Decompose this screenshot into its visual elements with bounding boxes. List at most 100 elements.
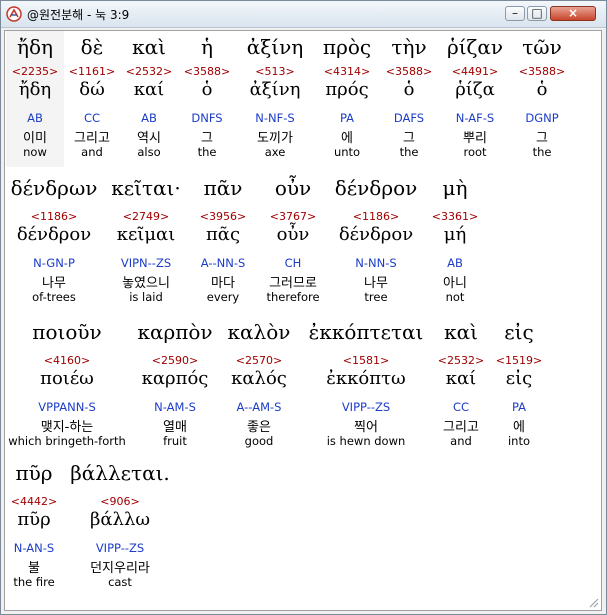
korean-gloss: 그: [403, 131, 415, 146]
lemma: ὁ: [403, 79, 415, 100]
close-button[interactable]: ×: [550, 6, 596, 21]
resize-grip-icon[interactable]: [587, 596, 599, 608]
english-gloss: the fire: [13, 575, 55, 589]
strong-number[interactable]: <4442>: [7, 495, 61, 508]
strong-number[interactable]: <4491>: [439, 65, 511, 78]
word-cell[interactable]: τῶν <3588> ὁ DGNP 그 the: [513, 31, 571, 167]
maximize-button[interactable]: □: [527, 6, 547, 21]
parsing-code: AB: [447, 256, 463, 270]
lemma: οὖν: [276, 224, 310, 245]
word-cell[interactable]: ἀξίνη <513> ἀξίνη N-NF-S 도끼가 axe: [237, 31, 313, 167]
parsing-code: VIPN--ZS: [120, 256, 172, 270]
strong-number[interactable]: <2532>: [122, 65, 176, 78]
word-cell[interactable]: καρπὸν <2590> καρπός N-AM-S 열매 fruit: [133, 320, 217, 456]
lemma: ἀξίνη: [249, 79, 301, 100]
greek-word: πρὸς: [322, 35, 372, 59]
parsing-code: AB: [141, 111, 157, 125]
strong-number[interactable]: <2570>: [221, 354, 297, 367]
word-cell[interactable]: ἤδη <2235> ἤδη AB 이미 now: [6, 31, 64, 167]
strong-number[interactable]: <3588>: [179, 65, 235, 78]
korean-gloss: 좋은: [247, 420, 271, 435]
word-cell[interactable]: καλὸν <2570> καλός A--AM-S 좋은 good: [221, 320, 297, 456]
word-cell[interactable]: καὶ <2532> καί AB 역시 also: [122, 31, 176, 167]
strong-number[interactable]: <2235>: [6, 65, 64, 78]
strong-number[interactable]: <3588>: [513, 65, 571, 78]
strong-number[interactable]: <3361>: [425, 210, 485, 223]
lemma: ἤδη: [18, 79, 52, 100]
parsing-code: CH: [284, 256, 302, 270]
word-cell[interactable]: ἡ <3588> ὁ DNFS 그 the: [179, 31, 235, 167]
interlinear-panel: ἤδη <2235> ἤδη AB 이미 now δὲ <1161> δώ CC…: [4, 30, 602, 611]
word-cell[interactable]: πᾶν <3956> πᾶς A--NN-S 마다 every: [191, 176, 255, 312]
korean-gloss: 열매: [163, 420, 187, 435]
greek-word: ἡ: [201, 35, 213, 59]
strong-number[interactable]: <4160>: [7, 354, 127, 367]
app-logo-icon: [6, 6, 22, 22]
strong-number[interactable]: <1519>: [491, 354, 547, 367]
english-gloss: is hewn down: [326, 434, 406, 448]
strong-number[interactable]: <2590>: [133, 354, 217, 367]
english-gloss: every: [206, 290, 240, 304]
english-gloss: the: [399, 145, 419, 159]
word-cell[interactable]: δὲ <1161> δώ CC 그리고 and: [65, 31, 119, 167]
minimize-icon: –: [512, 6, 518, 20]
strong-number[interactable]: <906>: [65, 495, 175, 508]
greek-word: καὶ: [444, 320, 478, 344]
minimize-button[interactable]: –: [505, 6, 525, 21]
greek-word: κεῖται·: [111, 176, 181, 200]
word-cell[interactable]: ποιοῦν <4160> ποιέω VPPANN-S 맺지-하는 which…: [7, 320, 127, 456]
word-cell[interactable]: τὴν <3588> ὁ DAFS 그 the: [381, 31, 437, 167]
english-gloss: of-trees: [32, 290, 76, 304]
word-cell[interactable]: εἰς <1519> εἰς PA 에 into: [491, 320, 547, 456]
lemma: εἰς: [505, 368, 533, 389]
strong-number[interactable]: <513>: [237, 65, 313, 78]
lemma: πᾶς: [205, 224, 241, 245]
korean-gloss: 그: [201, 131, 213, 146]
greek-word: καὶ: [132, 35, 166, 59]
parsing-code: VIPP--ZS: [95, 541, 145, 555]
strong-number[interactable]: <4314>: [315, 65, 379, 78]
lemma: πρός: [325, 79, 369, 100]
word-cell[interactable]: μὴ <3361> μή AB 아니 not: [425, 176, 485, 312]
greek-word: οὖν: [274, 176, 312, 200]
korean-gloss: 불: [28, 561, 40, 576]
korean-gloss: 에: [341, 131, 353, 146]
greek-word: πᾶν: [203, 176, 243, 200]
strong-number[interactable]: <3588>: [381, 65, 437, 78]
word-cell[interactable]: ῥίζαν <4491> ῥίζα N-AF-S 뿌리 root: [439, 31, 511, 167]
word-cell[interactable]: οὖν <3767> οὖν CH 그러므로 therefore: [257, 176, 329, 312]
word-cell[interactable]: κεῖται· <2749> κεῖμαι VIPN--ZS 놓였으니 is l…: [103, 176, 189, 312]
strong-number[interactable]: <1581>: [301, 354, 431, 367]
parsing-code: PA: [511, 400, 527, 414]
parsing-code: DAFS: [393, 111, 425, 125]
parsing-code: N-GN-P: [33, 256, 75, 270]
parsing-code: A--AM-S: [236, 400, 282, 414]
parsing-code: N-AF-S: [455, 111, 495, 125]
lemma: ὁ: [536, 79, 548, 100]
strong-number[interactable]: <2532>: [433, 354, 489, 367]
lemma: καρπός: [141, 368, 209, 389]
word-cell[interactable]: βάλλεται. <906> βάλλω VIPP--ZS 던지우리라 cas…: [65, 461, 175, 597]
word-cell[interactable]: δένδρον <1186> δένδρον N-NN-S 나무 tree: [331, 176, 421, 312]
word-cell[interactable]: πρὸς <4314> πρός PA 에 unto: [315, 31, 379, 167]
greek-word: πῦρ: [15, 461, 53, 485]
english-gloss: good: [244, 434, 274, 448]
strong-number[interactable]: <3956>: [191, 210, 255, 223]
strong-number[interactable]: <2749>: [103, 210, 189, 223]
english-gloss: fruit: [163, 434, 187, 448]
word-cell[interactable]: καὶ <2532> καί CC 그리고 and: [433, 320, 489, 456]
word-cell[interactable]: ἐκκόπτεται <1581> ἐκκόπτω VIPP--ZS 찍어 is…: [301, 320, 431, 456]
lemma: ὁ: [201, 79, 213, 100]
strong-number[interactable]: <3767>: [257, 210, 329, 223]
strong-number[interactable]: <1186>: [331, 210, 421, 223]
english-gloss: tree: [364, 290, 388, 304]
korean-gloss: 에: [513, 420, 525, 435]
greek-word: τῶν: [522, 35, 562, 59]
korean-gloss: 나무: [42, 276, 66, 291]
word-cell[interactable]: δένδρων <1186> δένδρον N-GN-P 나무 of-tree…: [7, 176, 101, 312]
strong-number[interactable]: <1161>: [65, 65, 119, 78]
lemma: δένδρον: [16, 224, 92, 245]
strong-number[interactable]: <1186>: [7, 210, 101, 223]
word-cell[interactable]: πῦρ <4442> πῦρ N-AN-S 불 the fire: [7, 461, 61, 597]
title-bar[interactable]: @원전분해 - 눅 3:9 – □ ×: [1, 1, 606, 28]
